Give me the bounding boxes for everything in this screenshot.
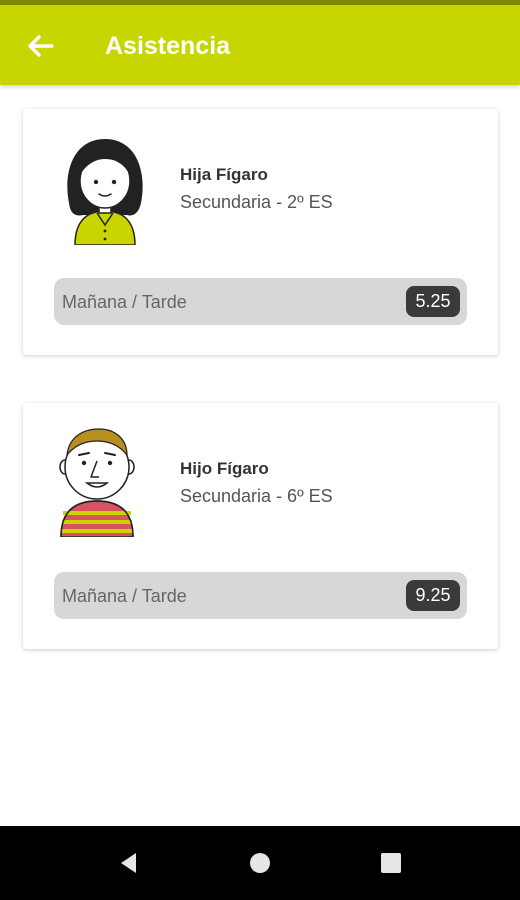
home-circle-icon[interactable] bbox=[247, 850, 273, 876]
attendance-label: Mañana / Tarde bbox=[62, 292, 187, 312]
attendance-value-badge: 9.25 bbox=[406, 580, 460, 611]
attendance-value-badge: 5.25 bbox=[406, 286, 460, 317]
attendance-label: Mañana / Tarde bbox=[62, 586, 187, 606]
student-card[interactable]: Hija Fígaro Secundaria - 2º ES Mañana / … bbox=[23, 109, 498, 355]
arrow-left-icon[interactable] bbox=[24, 29, 58, 63]
system-nav-bar bbox=[0, 826, 520, 900]
student-level: Secundaria - 2º ES bbox=[180, 192, 333, 212]
boy-avatar-icon bbox=[59, 428, 135, 537]
student-card[interactable]: Hijo Fígaro Secundaria - 6º ES Mañana / … bbox=[23, 403, 498, 649]
attendance-bar[interactable]: Mañana / Tarde 9.25 bbox=[54, 572, 467, 619]
page-title: Asistencia bbox=[105, 32, 231, 60]
recents-square-icon[interactable] bbox=[378, 850, 404, 876]
girl-avatar-icon bbox=[67, 139, 143, 245]
back-triangle-icon[interactable] bbox=[116, 850, 142, 876]
student-name: Hijo Fígaro bbox=[180, 459, 269, 478]
app-bar: Asistencia bbox=[0, 5, 520, 85]
student-name: Hija Fígaro bbox=[180, 165, 268, 184]
student-level: Secundaria - 6º ES bbox=[180, 486, 333, 506]
attendance-bar[interactable]: Mañana / Tarde 5.25 bbox=[54, 278, 467, 325]
